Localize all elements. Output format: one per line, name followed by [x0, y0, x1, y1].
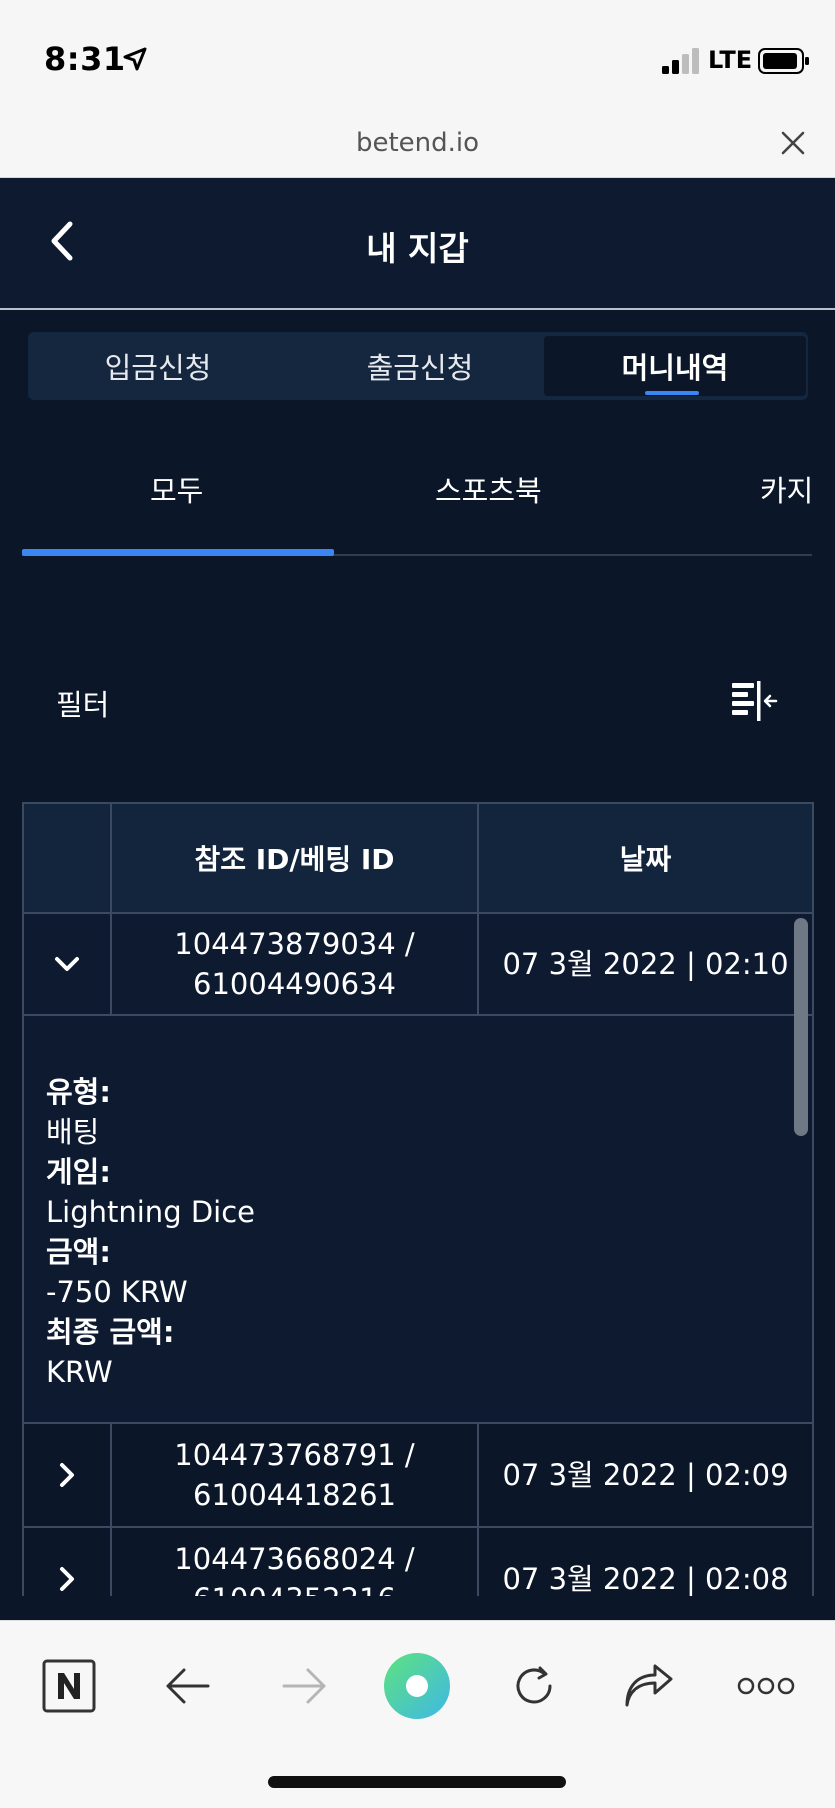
- browser-forward-button[interactable]: [276, 1651, 334, 1721]
- type-value: 배팅: [46, 1115, 100, 1149]
- arrow-right-icon: [282, 1668, 326, 1704]
- location-arrow-icon: [123, 47, 147, 71]
- date-cell: 07 3월 2022 | 02:09: [502, 1458, 789, 1492]
- url-text: betend.io: [355, 128, 480, 158]
- more-menu-button[interactable]: [736, 1651, 796, 1721]
- tab-money-history[interactable]: 머니내역: [544, 336, 806, 396]
- ref-id: 104473668024 /: [174, 1542, 415, 1576]
- amount-label: 금액:: [46, 1235, 111, 1269]
- ref-id: 104473879034 /: [174, 927, 415, 961]
- battery-icon: [758, 48, 809, 74]
- reload-icon: [516, 1666, 552, 1704]
- expand-toggle[interactable]: [24, 1528, 112, 1596]
- column-header-ref-id: 참조 ID/베팅 ID: [112, 804, 479, 912]
- green-dot-icon: [384, 1653, 450, 1719]
- close-icon[interactable]: [780, 130, 806, 156]
- ref-id-cell: 104473768791 / 61004418261: [112, 1424, 479, 1526]
- green-dot-button[interactable]: [382, 1651, 452, 1721]
- transactions-table: 참조 ID/베팅 ID 날짜 104473879034 / 61004490634…: [22, 802, 814, 1596]
- chevron-right-icon[interactable]: [52, 1564, 82, 1594]
- naver-n-icon: [42, 1659, 96, 1713]
- expand-toggle[interactable]: [24, 1424, 112, 1526]
- subtab-casino[interactable]: 카지: [760, 468, 813, 510]
- table-header: 참조 ID/베팅 ID 날짜: [22, 802, 814, 914]
- reload-button[interactable]: [508, 1651, 560, 1721]
- column-header-date: 날짜: [619, 843, 672, 876]
- amount-value: -750 KRW: [46, 1275, 188, 1309]
- tab-withdraw[interactable]: 출금신청: [290, 332, 550, 400]
- network-type: LTE: [708, 46, 753, 74]
- expand-toggle[interactable]: [24, 914, 112, 1014]
- status-time: 8:31: [44, 40, 126, 78]
- more-dots-icon: [737, 1677, 795, 1695]
- table-row[interactable]: 104473768791 / 61004418261 07 3월 2022 | 0…: [22, 1424, 814, 1528]
- browser-back-button[interactable]: [158, 1651, 216, 1721]
- header-blank: [24, 804, 112, 912]
- date-cell: 07 3월 2022 | 02:08: [502, 1562, 789, 1596]
- table-row[interactable]: 104473879034 / 61004490634 07 3월 2022 | 0…: [22, 914, 814, 1016]
- bet-id: 61004352216: [174, 1579, 414, 1596]
- final-amount-value: KRW: [46, 1355, 113, 1389]
- wallet-tabs: 입금신청 출금신청 머니내역: [28, 332, 808, 400]
- game-label: 게임:: [46, 1155, 111, 1189]
- date-cell: 07 3월 2022 | 02:10: [502, 947, 789, 981]
- chevron-down-icon[interactable]: [52, 949, 82, 979]
- ref-id-cell: 104473668024 / 61004352216: [112, 1528, 479, 1596]
- share-arrow-icon: [625, 1664, 673, 1707]
- table-row[interactable]: 104473668024 / 61004352216 07 3월 2022 | 0…: [22, 1528, 814, 1596]
- chevron-right-icon[interactable]: [52, 1460, 82, 1490]
- naver-home-button[interactable]: [40, 1651, 98, 1721]
- ref-id-cell: 104473879034 / 61004490634: [112, 914, 479, 1014]
- filter-collapse-icon[interactable]: [730, 680, 778, 722]
- arrow-left-icon: [166, 1668, 210, 1704]
- row-details: 유형: 배팅 게임: Lightning Dice 금액: -750 KRW 최…: [22, 1016, 814, 1424]
- share-button[interactable]: [622, 1651, 676, 1721]
- app-header: 내 지갑: [0, 178, 835, 310]
- home-indicator: [268, 1776, 566, 1788]
- browser-url-bar[interactable]: betend.io: [0, 112, 835, 178]
- game-value: Lightning Dice: [46, 1195, 255, 1229]
- ref-id: 104473768791 /: [174, 1438, 415, 1472]
- type-label: 유형:: [46, 1075, 111, 1109]
- final-amount-label: 최종 금액:: [46, 1315, 175, 1349]
- filter-label: 필터: [56, 688, 110, 722]
- bet-id: 61004490634: [193, 967, 396, 1001]
- signal-icon: [662, 48, 699, 74]
- subtab-all[interactable]: 모두: [150, 468, 203, 510]
- page-title: 내 지갑: [366, 229, 469, 268]
- subtab-sportsbook[interactable]: 스포츠북: [435, 468, 542, 510]
- status-bar: 8:31 LTE: [0, 0, 835, 112]
- subtab-active-indicator: [22, 549, 334, 556]
- bet-id: 61004418261: [193, 1478, 396, 1512]
- tab-deposit[interactable]: 입금신청: [28, 332, 288, 400]
- table-scrollbar[interactable]: [794, 918, 808, 1136]
- active-tab-indicator: [645, 391, 699, 395]
